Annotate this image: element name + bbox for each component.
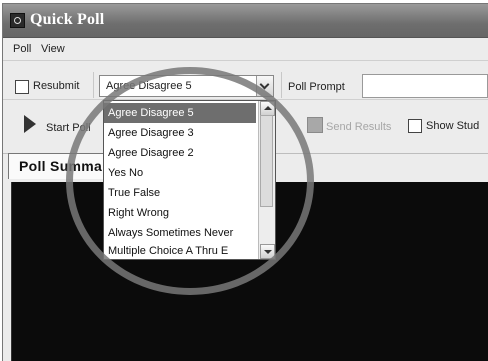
poll-type-dropdown-list: Agree Disagree 5 Agree Disagree 3 Agree … bbox=[103, 100, 276, 260]
dropdown-option[interactable]: Multiple Choice A Thru E bbox=[104, 241, 256, 261]
dropdown-option[interactable]: Always Sometimes Never bbox=[104, 223, 256, 243]
title-bar[interactable]: Quick Poll bbox=[3, 4, 488, 38]
resubmit-checkbox[interactable] bbox=[15, 80, 29, 94]
app-icon bbox=[10, 13, 25, 28]
window-title: Quick Poll bbox=[30, 11, 105, 28]
toolbar-divider bbox=[281, 72, 282, 98]
menu-poll[interactable]: Poll bbox=[13, 43, 31, 55]
menu-view[interactable]: View bbox=[41, 43, 65, 55]
dropdown-option[interactable]: True False bbox=[104, 183, 256, 203]
dropdown-button[interactable] bbox=[256, 76, 273, 96]
start-poll-button[interactable]: Start Poll bbox=[46, 122, 91, 134]
poll-prompt-label: Poll Prompt bbox=[288, 81, 345, 93]
poll-type-value: Agree Disagree 5 bbox=[106, 80, 192, 92]
dropdown-option[interactable]: Yes No bbox=[104, 163, 256, 183]
show-students-checkbox[interactable] bbox=[408, 119, 422, 133]
dropdown-option[interactable]: Agree Disagree 3 bbox=[104, 123, 256, 143]
dropdown-option[interactable]: Right Wrong bbox=[104, 203, 256, 223]
tab-poll-summary-label: Poll Summa bbox=[19, 158, 103, 174]
dropdown-option[interactable]: Agree Disagree 2 bbox=[104, 143, 256, 163]
scroll-down-icon[interactable] bbox=[260, 244, 275, 259]
dropdown-option[interactable]: Agree Disagree 5 bbox=[104, 103, 256, 123]
send-results-button[interactable]: Send Results bbox=[326, 121, 391, 133]
toolbar-divider bbox=[93, 72, 94, 98]
send-results-icon bbox=[307, 117, 323, 133]
poll-type-select[interactable]: Agree Disagree 5 bbox=[99, 75, 274, 97]
scroll-up-icon[interactable] bbox=[260, 101, 275, 116]
show-students-label: Show Stud bbox=[426, 120, 480, 132]
poll-prompt-input[interactable] bbox=[362, 74, 488, 98]
scrollbar-thumb[interactable] bbox=[260, 115, 273, 207]
menu-bar: Poll View bbox=[3, 38, 488, 61]
play-icon[interactable] bbox=[24, 115, 36, 133]
resubmit-label: Resubmit bbox=[33, 80, 80, 92]
dropdown-scrollbar[interactable] bbox=[258, 101, 275, 259]
chevron-down-icon bbox=[259, 79, 270, 90]
